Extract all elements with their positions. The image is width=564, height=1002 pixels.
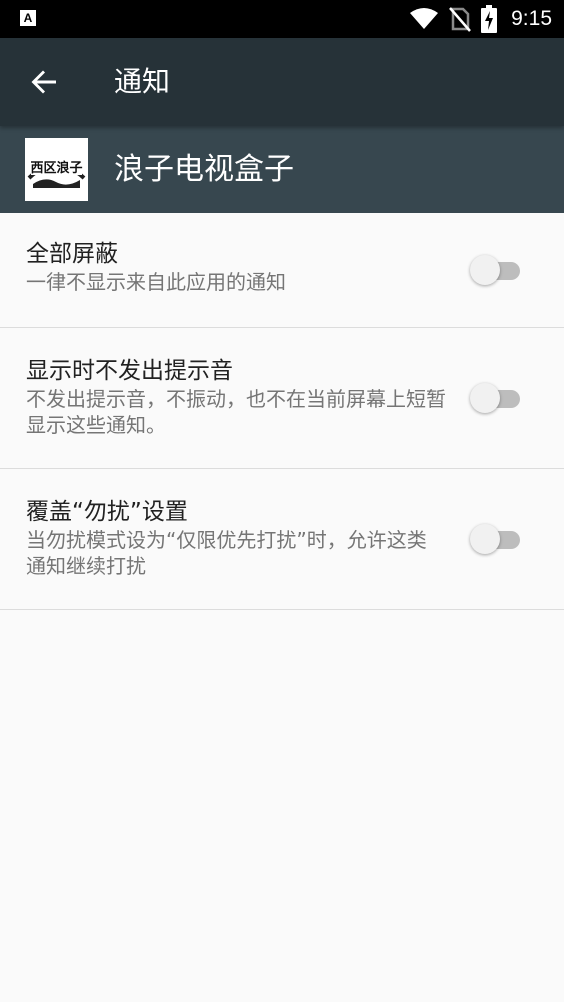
settings-list: 全部屏蔽 一律不显示来自此应用的通知 显示时不发出提示音 不发出提示音，不振动，… — [0, 213, 564, 610]
silent-switch[interactable] — [470, 383, 522, 413]
svg-text:西区浪子: 西区浪子 — [30, 160, 82, 176]
setting-title: 显示时不发出提示音 — [26, 358, 233, 384]
arrow-back-icon — [31, 70, 56, 94]
setting-title: 全部屏蔽 — [26, 241, 118, 267]
override-dnd-switch[interactable] — [470, 524, 522, 554]
setting-silent[interactable]: 显示时不发出提示音 不发出提示音，不振动，也不在当前屏幕上短暂显示这些通知。 — [0, 328, 564, 469]
app-name: 浪子电视盒子 — [114, 152, 294, 187]
app-notification-icon: A — [20, 10, 36, 26]
setting-title: 覆盖“勿扰”设置 — [26, 499, 188, 525]
setting-block-all[interactable]: 全部屏蔽 一律不显示来自此应用的通知 — [0, 213, 564, 328]
status-bar: A 9:15 — [0, 0, 564, 38]
back-button[interactable] — [22, 60, 66, 104]
switch-thumb — [470, 524, 500, 554]
switch-thumb — [470, 383, 500, 413]
toolbar: 通知 — [0, 38, 564, 126]
wifi-icon — [410, 8, 439, 29]
setting-summary: 不发出提示音，不振动，也不在当前屏幕上短暂显示这些通知。 — [26, 387, 446, 437]
no-sim-icon — [449, 7, 472, 32]
setting-summary: 一律不显示来自此应用的通知 — [26, 270, 286, 294]
switch-thumb — [470, 255, 500, 285]
status-icons: 9:15 — [409, 0, 552, 38]
block-all-switch[interactable] — [470, 255, 522, 285]
setting-summary: 当勿扰模式设为“仅限优先打扰”时，允许这类通知继续打扰 — [26, 528, 427, 578]
page-title: 通知 — [114, 65, 171, 98]
setting-override-dnd[interactable]: 覆盖“勿扰”设置 当勿扰模式设为“仅限优先打扰”时，允许这类通知继续打扰 — [0, 469, 564, 610]
status-time: 9:15 — [511, 7, 552, 30]
app-logo: 西区浪子 — [25, 138, 88, 201]
app-header: 西区浪子 浪子电视盒子 — [0, 126, 564, 213]
battery-charging-icon — [481, 5, 498, 33]
